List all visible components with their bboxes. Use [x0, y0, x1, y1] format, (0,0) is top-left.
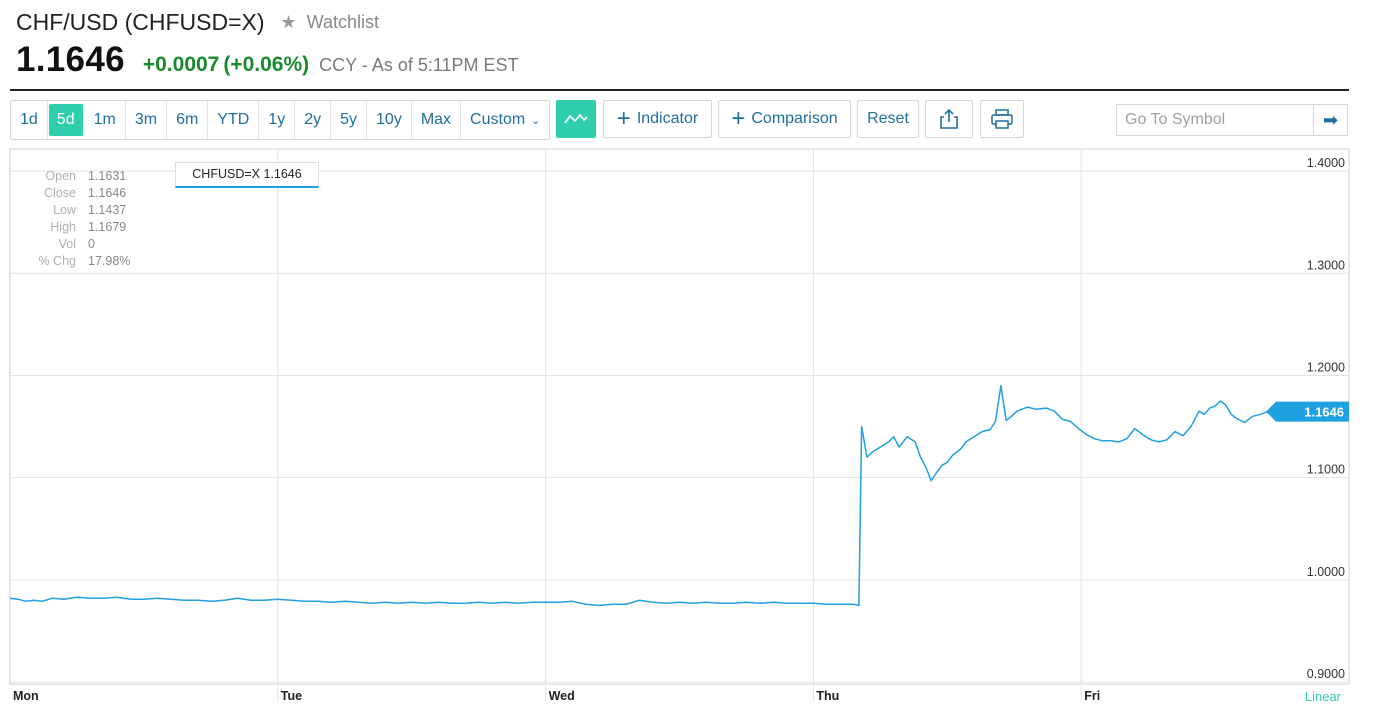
ohlc-label: Vol [58, 237, 76, 251]
range-button-1m[interactable]: 1m [85, 101, 126, 139]
comparison-button[interactable]: + Comparison [718, 100, 851, 138]
chart-canvas[interactable]: 0.9000 1.0000 1.1000 1.2000 1.3000 1.4000 Mon T… [0, 146, 1378, 714]
ohlc-value: 1.1646 [88, 186, 127, 200]
ohlc-value: 1.1679 [88, 220, 127, 234]
custom-range-dropdown[interactable]: Custom ⌄ [461, 101, 549, 139]
range-button-10y[interactable]: 10y [367, 101, 412, 139]
go-to-symbol: ➡ [1116, 104, 1348, 136]
plus-icon: + [616, 105, 631, 132]
range-button-6m[interactable]: 6m [167, 101, 209, 139]
y-tick-label: 1.3000 [1307, 258, 1345, 272]
indicator-label: Indicator [636, 110, 699, 127]
current-price: 1.1646 [16, 40, 125, 79]
indicator-button[interactable]: + Indicator [603, 100, 712, 138]
arrow-right-icon: ➡ [1322, 109, 1339, 130]
reset-label: Reset [867, 110, 909, 127]
x-tick-label: Tue [281, 689, 302, 703]
ohlc-value: 0 [88, 237, 95, 251]
custom-range-label: Custom [470, 111, 526, 128]
header-divider [10, 89, 1349, 91]
ohlc-row: High 1.1679 [24, 219, 130, 236]
chart-toolbar: 1d 5d 1m 3m 6m YTD 1y 2y 5y 10y Max Custom ⌄ + Indic… [10, 100, 1350, 140]
symbol-title: CHF/USD (CHFUSD=X) [16, 8, 265, 35]
print-button[interactable] [980, 100, 1024, 138]
ohlc-row: % Chg 17.98% [24, 253, 130, 270]
y-tick-label: 0.9000 [1307, 667, 1345, 681]
range-button-1y[interactable]: 1y [259, 101, 296, 139]
ohlc-label: Close [44, 186, 76, 200]
symbol-search-input[interactable] [1117, 105, 1313, 135]
watchlist-label: Watchlist [306, 11, 380, 32]
plus-icon: + [731, 105, 746, 132]
range-button-3m[interactable]: 3m [126, 101, 168, 139]
go-button[interactable]: ➡ [1313, 105, 1347, 135]
chart-type-button[interactable] [556, 100, 596, 138]
ohlc-value: 17.98% [88, 254, 131, 268]
range-button-max[interactable]: Max [412, 101, 462, 139]
y-tick-label: 1.2000 [1307, 360, 1345, 374]
x-tick-label: Thu [816, 689, 839, 703]
print-icon [991, 109, 1013, 129]
x-tick-label: Wed [549, 689, 575, 703]
last-value-label: 1.1646 [1304, 405, 1344, 420]
ohlc-label: Low [53, 203, 76, 217]
x-tick-label: Mon [13, 689, 39, 703]
range-button-1d[interactable]: 1d [11, 101, 48, 139]
ohlc-row: Open 1.1631 [24, 168, 130, 185]
chevron-down-icon: ⌄ [531, 115, 541, 127]
share-button[interactable] [925, 100, 973, 138]
reset-button[interactable]: Reset [857, 100, 919, 138]
plot-frame [9, 148, 1350, 685]
series-tag: CHFUSD=X 1.1646 [175, 162, 319, 188]
ohlc-row: Vol 0 [24, 236, 130, 253]
range-button-5y[interactable]: 5y [331, 101, 368, 139]
ohlc-row: Low 1.1437 [24, 202, 130, 219]
range-button-2y[interactable]: 2y [295, 101, 332, 139]
x-tick-label: Fri [1084, 689, 1100, 703]
share-icon [940, 108, 958, 129]
comparison-label: Comparison [751, 110, 838, 127]
ohlc-value: 1.1631 [88, 169, 127, 183]
ohlc-label: Open [45, 169, 76, 183]
star-icon: ★ [280, 11, 297, 32]
quote-header: CHF/USD (CHFUSD=X) ★ Watchlist 1.1646 +0… [16, 8, 1348, 80]
price-change: +0.0007 [142, 53, 220, 76]
ohlc-row: Close 1.1646 [24, 185, 130, 202]
price-series-line [9, 384, 1291, 607]
y-tick-label: 1.0000 [1307, 565, 1345, 579]
y-tick-label: 1.1000 [1307, 463, 1345, 477]
range-button-ytd[interactable]: YTD [208, 101, 260, 139]
price-change-percent: (+0.06%) [223, 53, 310, 76]
ohlc-value: 1.1437 [88, 203, 127, 217]
scale-toggle[interactable]: Linear [1305, 689, 1342, 704]
ohlc-label: % Chg [38, 254, 76, 268]
line-chart-icon [564, 113, 588, 124]
price-chart[interactable]: 0.9000 1.0000 1.1000 1.2000 1.3000 1.4000 Mon T… [0, 146, 1378, 714]
as-of-timestamp: CCY - As of 5:11PM EST [319, 55, 519, 75]
ohlc-label: High [50, 220, 76, 234]
watchlist-button[interactable]: ★ Watchlist [281, 12, 379, 33]
ohlc-panel: Open 1.1631 Close 1.1646 Low 1.1437 High 1.1679… [24, 168, 130, 270]
range-selector: 1d 5d 1m 3m 6m YTD 1y 2y 5y 10y Max Custom ⌄ [10, 100, 551, 140]
y-tick-label: 1.4000 [1307, 156, 1345, 170]
range-button-5d[interactable]: 5d [48, 104, 84, 136]
